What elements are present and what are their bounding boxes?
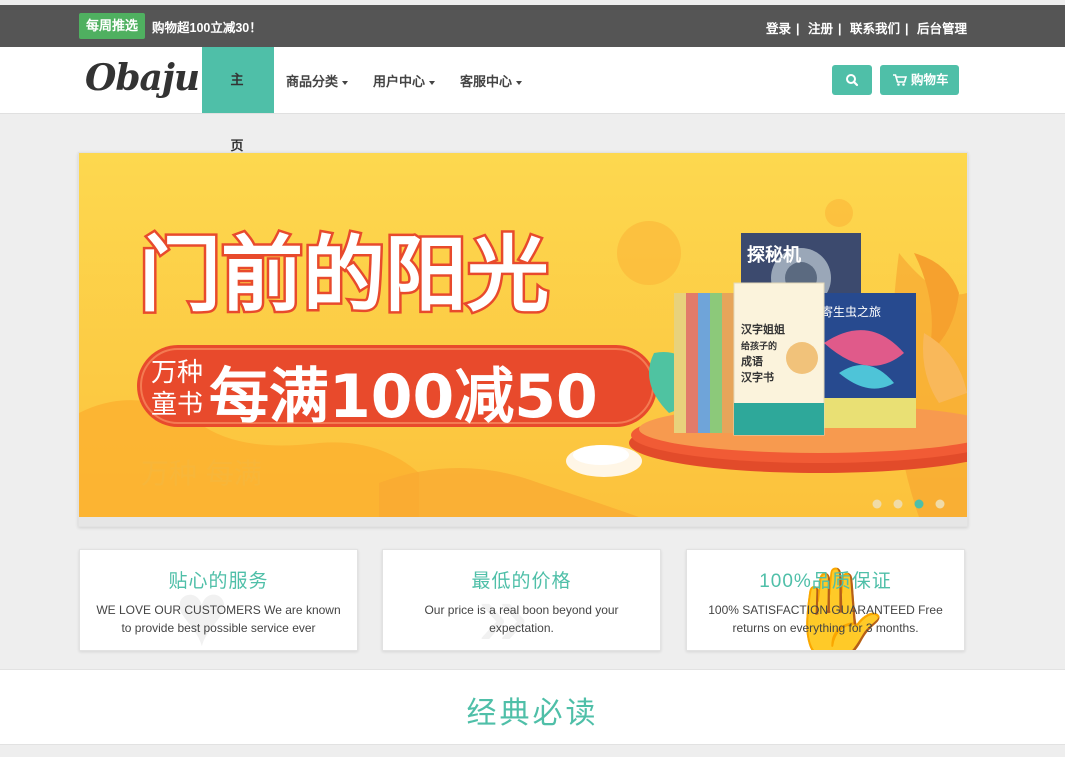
feature-text: WE LOVE OUR CUSTOMERS We are known to pr… <box>96 603 341 635</box>
nav-user-center-label: 用户中心 <box>373 74 426 89</box>
promo-text: 购物超100立减30！ <box>152 21 262 35</box>
site-logo[interactable]: Obaju <box>85 57 200 99</box>
book-title-parasite: 寄生虫之旅 <box>821 304 881 319</box>
nav-home[interactable]: 主 页 <box>202 47 274 153</box>
nav-categories-label: 商品分类 <box>286 74 339 89</box>
feature-card-price: » 最低的价格 Our price is a real boon beyond … <box>382 549 661 651</box>
banner-tag-line2: 童书 <box>151 390 203 420</box>
feature-card-quality: ✋ 100%品质保证 100% SATISFACTION GUARANTEED … <box>686 549 965 651</box>
carousel-dot[interactable] <box>935 499 945 509</box>
shopping-cart-icon <box>893 74 907 86</box>
link-separator: | <box>796 22 800 36</box>
book-title-robot: 探秘机 <box>747 244 801 266</box>
carousel-dot[interactable] <box>893 499 903 509</box>
book-title-hanzi-4: 汉字书 <box>741 370 774 384</box>
caret-down-icon <box>429 80 436 85</box>
banner-reflection: 万种 每满 <box>141 457 262 490</box>
book-title-hanzi-1: 汉字姐姐 <box>741 322 785 336</box>
carousel-dot[interactable] <box>872 499 882 509</box>
banner-tag-line1: 万种 <box>151 358 203 388</box>
nav-customer-service-label: 客服中心 <box>460 74 513 89</box>
carousel-dot[interactable] <box>914 499 924 509</box>
caret-down-icon <box>516 80 523 85</box>
banner-image: 门前的阳光 万种 童书 每满100减50 万种 每满 探秘机 寄生虫之旅 汉字姐… <box>79 153 967 526</box>
top-bar: 每周推选 购物超100立减30！ 登录 | 注册 | 联系我们 | 后台管理 <box>0 5 1065 47</box>
contact-link[interactable]: 联系我们 <box>850 22 900 36</box>
weekly-pick-badge[interactable]: 每周推选 <box>79 13 146 39</box>
book-title-hanzi-2: 给孩子的 <box>741 340 777 352</box>
admin-link[interactable]: 后台管理 <box>917 22 967 36</box>
feature-title: 贴心的服务 <box>168 571 269 592</box>
nav-customer-service[interactable]: 客服中心 <box>460 71 523 90</box>
main-navbar: Obaju 主 页 商品分类 用户中心 客服中心 购物车 <box>0 47 1065 153</box>
feature-title: 最低的价格 <box>471 571 572 592</box>
feature-text: 100% SATISFACTION GUARANTEED Free return… <box>708 603 943 635</box>
nav-user-center[interactable]: 用户中心 <box>373 71 436 90</box>
link-separator: | <box>905 22 909 36</box>
search-button[interactable] <box>832 65 872 95</box>
link-separator: | <box>838 22 842 36</box>
book-title-hanzi-3: 成语 <box>741 354 763 368</box>
banner-headline: 门前的阳光 <box>139 228 549 323</box>
login-link[interactable]: 登录 <box>766 22 791 36</box>
feature-text: Our price is a real boon beyond your exp… <box>424 603 619 635</box>
caret-down-icon <box>342 80 349 85</box>
register-link[interactable]: 注册 <box>808 22 833 36</box>
nav-categories[interactable]: 商品分类 <box>286 71 349 90</box>
search-icon <box>846 74 859 87</box>
section-title: 经典必读 <box>466 697 599 730</box>
cart-label: 购物车 <box>911 73 949 87</box>
top-links: 登录 | 注册 | 联系我们 | 后台管理 <box>766 18 967 37</box>
section-classic-reads: 经典必读 <box>0 669 1065 745</box>
cart-button[interactable]: 购物车 <box>880 65 959 95</box>
banner-offer: 每满100减50 <box>209 362 598 432</box>
feature-title: 100%品质保证 <box>759 571 892 592</box>
promo-banner-carousel[interactable]: 门前的阳光 万种 童书 每满100减50 万种 每满 探秘机 寄生虫之旅 汉字姐… <box>78 152 968 527</box>
feature-card-service: ♥ 贴心的服务 WE LOVE OUR CUSTOMERS We are kno… <box>79 549 358 651</box>
